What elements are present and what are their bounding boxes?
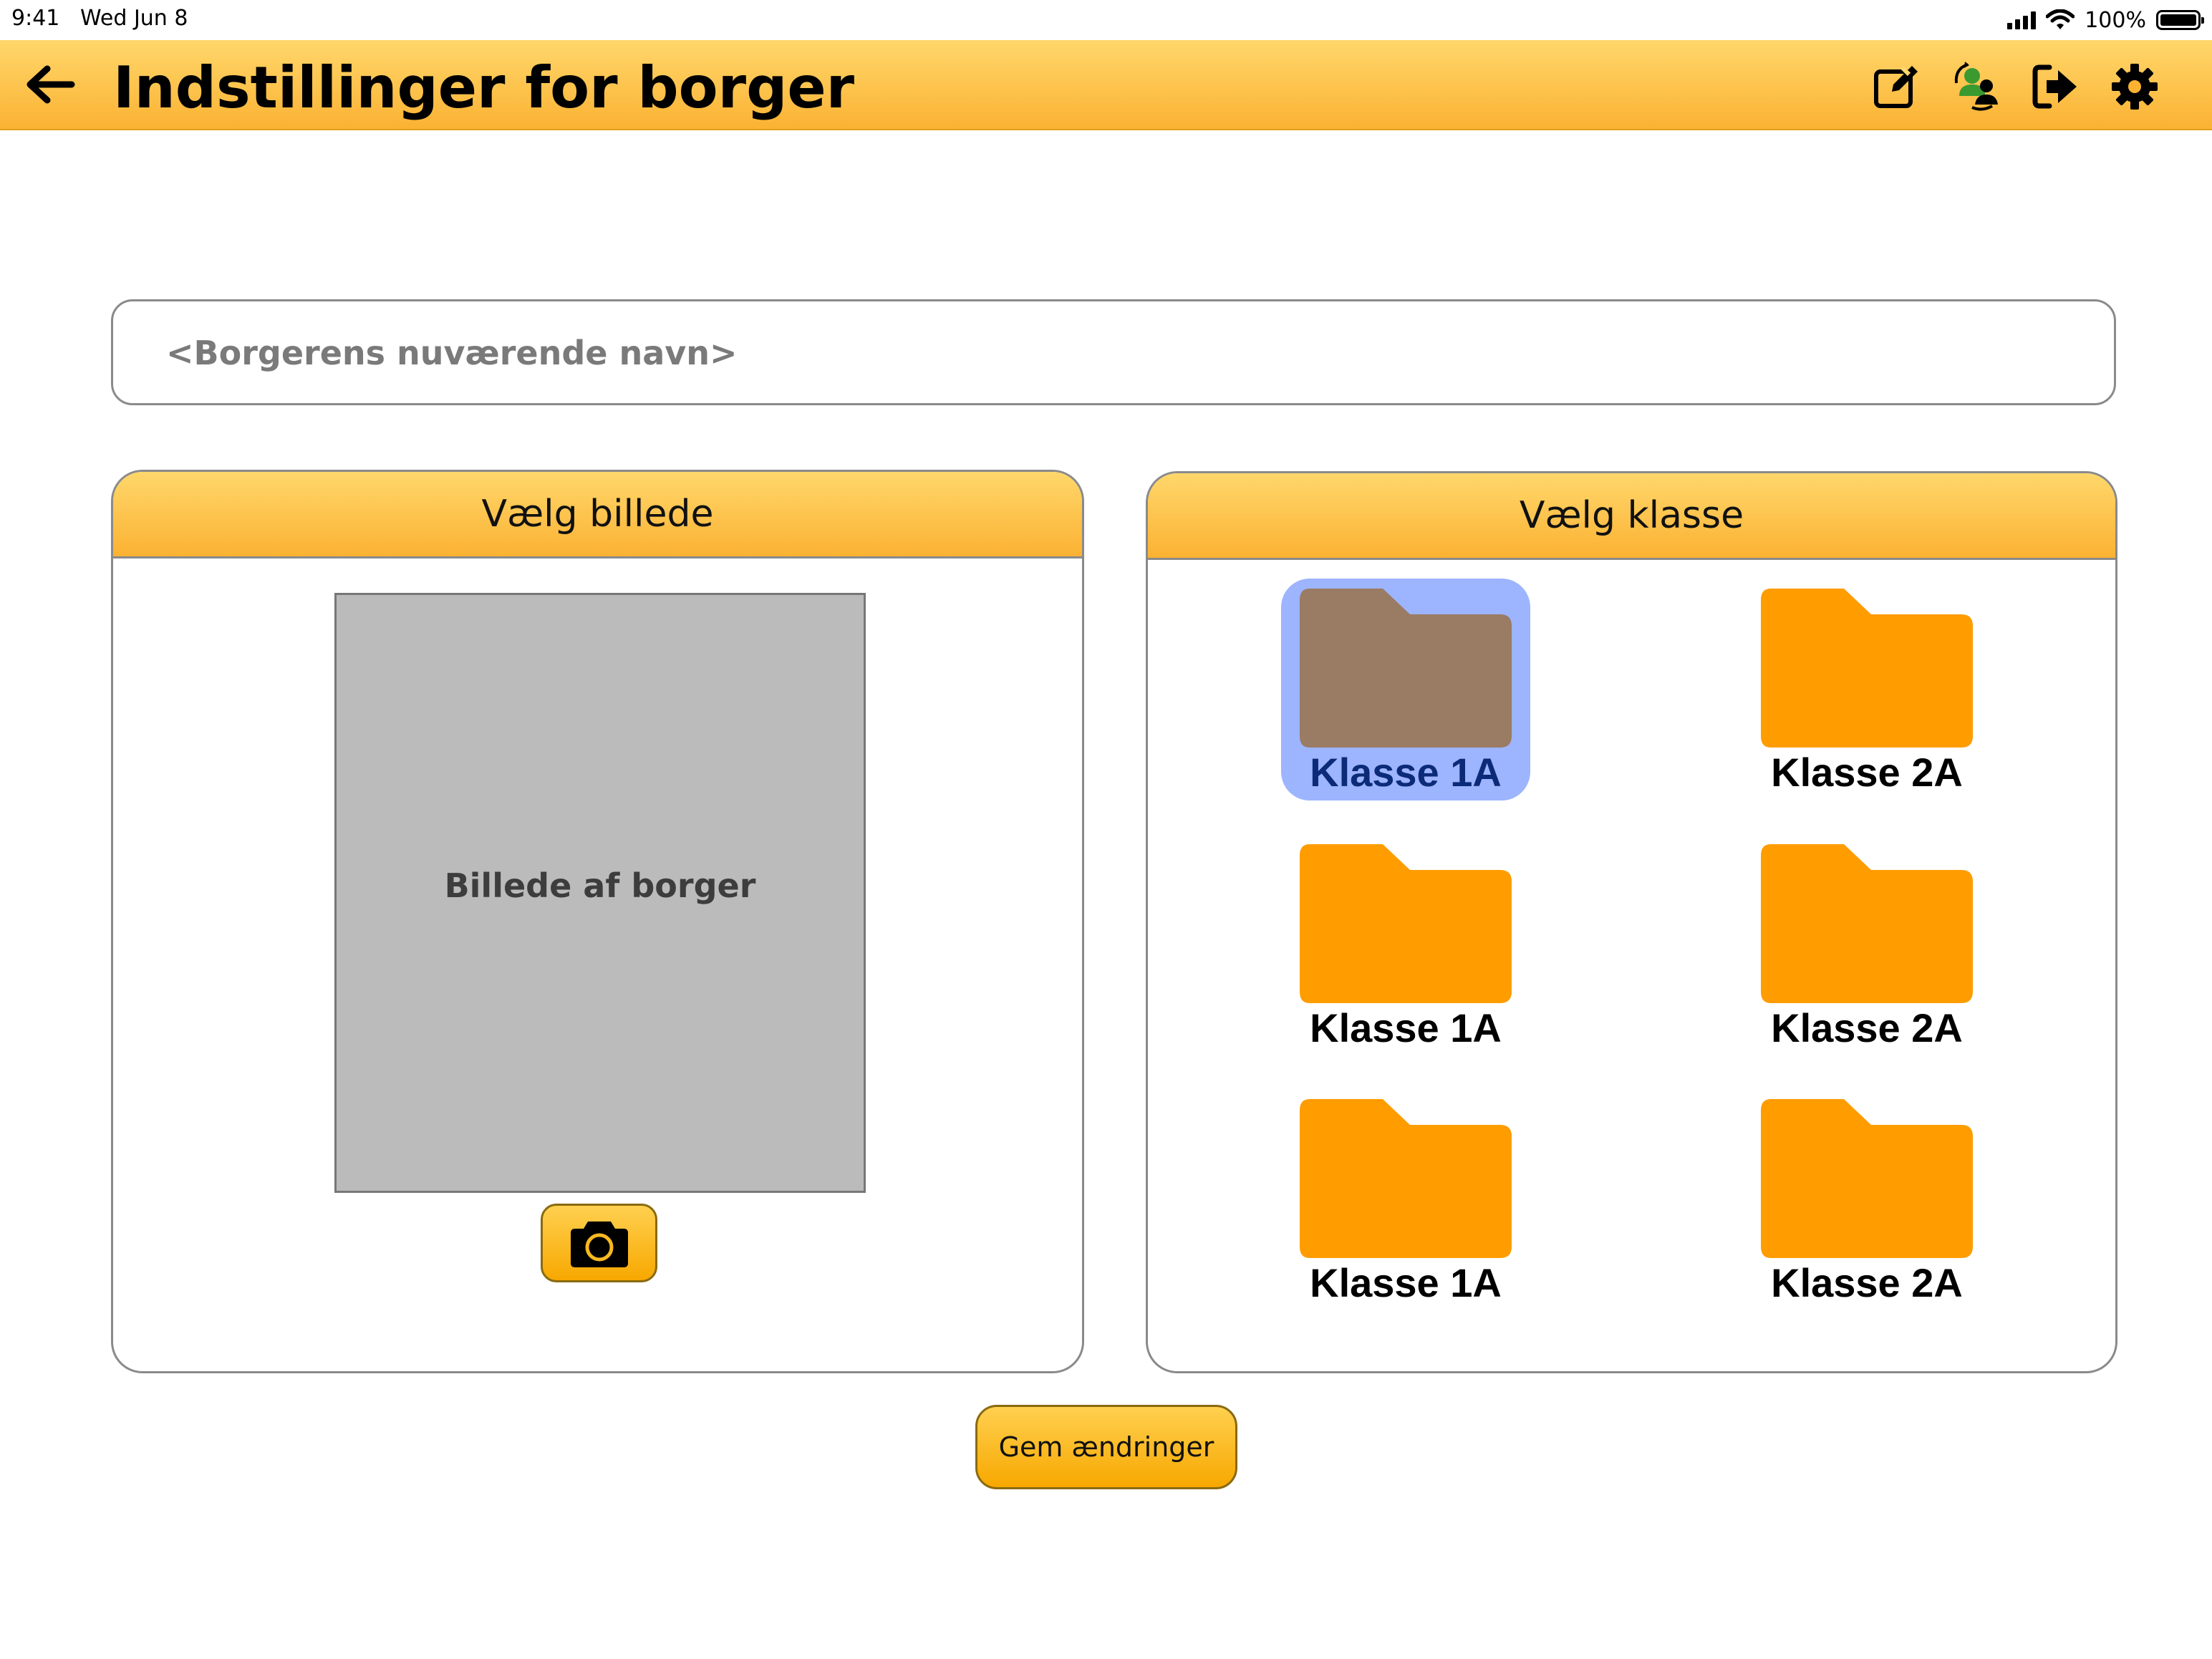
status-indicators: 100% (2007, 4, 2204, 36)
folder-icon (1300, 589, 1512, 748)
camera-icon (570, 1222, 628, 1267)
class-folder-item[interactable]: Klasse 1A (1281, 834, 1530, 1056)
status-date: Wed Jun 8 (80, 6, 188, 31)
class-folder-label: Klasse 2A (1771, 1005, 1963, 1050)
folder-icon (1761, 844, 1973, 1003)
choose-class-header: Vælg klasse (1148, 473, 2115, 560)
class-folder-item[interactable]: Klasse 1A (1281, 1089, 1530, 1311)
edit-button[interactable] (1872, 62, 1922, 112)
status-bar: 9:41 Wed Jun 8 100% (0, 0, 2212, 40)
battery-percent: 100% (2085, 7, 2146, 33)
gear-icon (2112, 64, 2158, 110)
back-button[interactable] (21, 62, 79, 107)
save-changes-button[interactable]: Gem ændringer (975, 1405, 1237, 1489)
class-folder-label: Klasse 2A (1771, 1260, 1963, 1305)
page-title: Indstillinger for borger (113, 54, 855, 121)
settings-button[interactable] (2110, 62, 2160, 112)
class-folder-item[interactable]: Klasse 1A (1281, 579, 1530, 801)
switch-user-button[interactable] (1951, 62, 2001, 112)
class-folder-label: Klasse 2A (1771, 750, 1963, 795)
wifi-icon (2046, 9, 2075, 29)
class-folder-label: Klasse 1A (1310, 750, 1502, 795)
logout-icon (2032, 64, 2077, 109)
folder-icon (1761, 1099, 1973, 1258)
choose-picture-header: Vælg billede (113, 472, 1082, 558)
folder-icon (1300, 1099, 1512, 1258)
folder-icon (1761, 589, 1973, 748)
camera-button[interactable] (541, 1204, 657, 1282)
signal-icon (2007, 11, 2037, 29)
folder-icon (1300, 844, 1512, 1003)
arrow-left-icon (26, 65, 75, 104)
class-folder-item[interactable]: Klasse 2A (1742, 579, 1991, 801)
battery-icon (2156, 10, 2204, 30)
logout-button[interactable] (2031, 62, 2081, 112)
class-folder-label: Klasse 1A (1310, 1005, 1502, 1050)
switch-user-icon (1954, 62, 1998, 111)
citizen-photo-label: Billede af borger (444, 866, 756, 905)
status-time: 9:41 (11, 6, 60, 31)
choose-picture-panel: Vælg billede Billede af borger (111, 470, 1084, 1373)
choose-class-panel: Vælg klasse Klasse 1A Klasse 2A Klasse 1… (1146, 471, 2117, 1373)
citizen-name-input[interactable] (165, 301, 2029, 405)
class-folder-label: Klasse 1A (1310, 1260, 1502, 1305)
citizen-name-field[interactable] (111, 299, 2116, 405)
citizen-photo[interactable]: Billede af borger (334, 593, 866, 1193)
app-header: Indstillinger for borger (0, 40, 2212, 130)
class-folder-item[interactable]: Klasse 2A (1742, 1089, 1991, 1311)
class-folder-item[interactable]: Klasse 2A (1742, 834, 1991, 1056)
edit-icon (1874, 65, 1918, 108)
